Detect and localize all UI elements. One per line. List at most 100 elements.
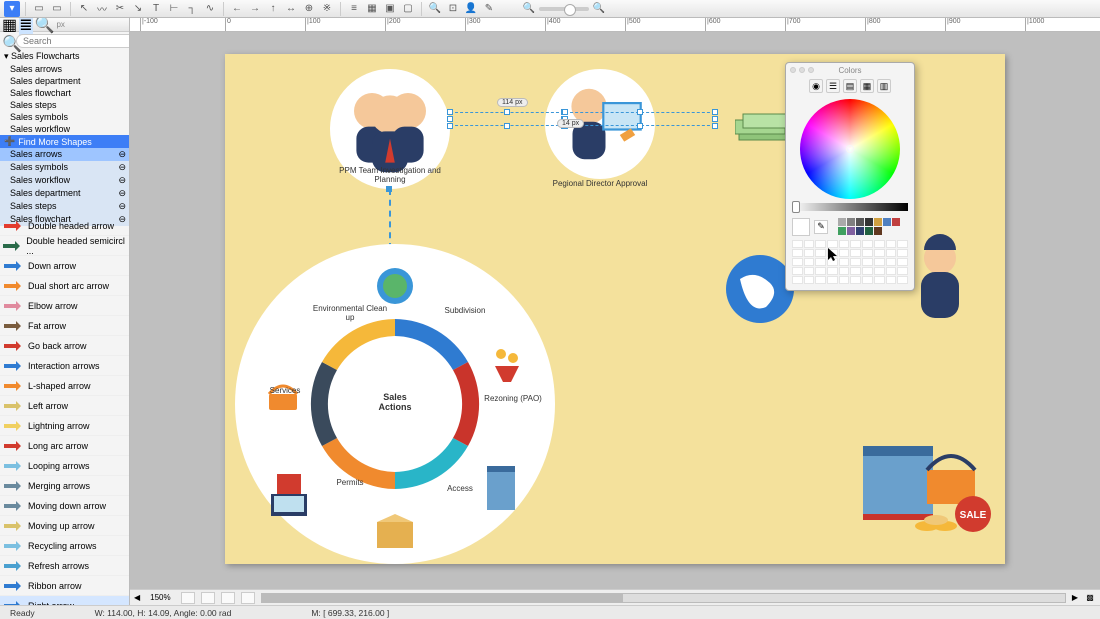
saved-color-cell[interactable] [850, 249, 861, 257]
shape-row[interactable]: Moving down arrow [0, 496, 129, 516]
shape-row[interactable]: Refresh arrows [0, 556, 129, 576]
store-icon[interactable]: SALE [857, 436, 997, 546]
wheel-tab-icon[interactable]: ◉ [809, 79, 823, 93]
saved-color-cell[interactable] [792, 276, 803, 284]
sliders-tab-icon[interactable]: ☰ [826, 79, 840, 93]
close-icon[interactable]: ⊖ [118, 201, 126, 212]
saved-color-cell[interactable] [874, 267, 885, 275]
saved-color-cell[interactable] [897, 249, 908, 257]
panel-list-icon[interactable]: ≣ [19, 18, 32, 35]
saved-color-cell[interactable] [850, 258, 861, 266]
saved-color-cell[interactable] [815, 240, 826, 248]
saved-color-cell[interactable] [839, 249, 850, 257]
align-tool[interactable]: ≡ [346, 1, 362, 17]
saved-color-cell[interactable] [839, 267, 850, 275]
zoom-out-button[interactable]: 🔍 [521, 1, 537, 17]
tree-root[interactable]: ▾ Sales Flowcharts [0, 50, 129, 63]
saved-color-cell[interactable] [886, 249, 897, 257]
shape-row[interactable]: Moving up arrow [0, 516, 129, 536]
worker-icon[interactable] [905, 234, 975, 334]
saved-color-cell[interactable] [804, 276, 815, 284]
color-swatch[interactable] [838, 218, 846, 226]
anchor-icon[interactable]: ⊕ [301, 1, 317, 17]
saved-color-cell[interactable] [874, 258, 885, 266]
brush-button[interactable]: ✎ [481, 1, 497, 17]
palettes-tab-icon[interactable]: ▤ [843, 79, 857, 93]
shape-row[interactable]: Double headed arrow [0, 216, 129, 236]
close-icon[interactable]: ⊖ [118, 162, 126, 173]
color-swatch[interactable] [883, 218, 891, 226]
ruler-tool[interactable]: ⊢ [166, 1, 182, 17]
arrow-left-icon[interactable]: ← [229, 1, 245, 17]
saved-color-cell[interactable] [839, 276, 850, 284]
saved-color-cell[interactable] [804, 240, 815, 248]
connector-tool[interactable]: ↘ [130, 1, 146, 17]
scroll-right-button[interactable]: ▶ [1072, 593, 1078, 602]
saved-color-cell[interactable] [815, 276, 826, 284]
h-scrollbar[interactable] [261, 593, 1066, 603]
zoom-in-button[interactable]: 🔍 [591, 1, 607, 17]
saved-color-cell[interactable] [874, 240, 885, 248]
shape-row[interactable]: Ribbon arrow [0, 576, 129, 596]
color-swatch[interactable] [865, 218, 873, 226]
category-row[interactable]: Sales workflow⊖ [0, 174, 129, 187]
shape-row[interactable]: Left arrow [0, 396, 129, 416]
waypoint-icon[interactable]: ※ [319, 1, 335, 17]
page-layout-button[interactable] [241, 592, 255, 604]
color-swatch[interactable] [856, 227, 864, 235]
close-icon[interactable]: ⊖ [118, 175, 126, 186]
zoom-actual-button[interactable]: ⊡ [445, 1, 461, 17]
saved-color-cell[interactable] [815, 249, 826, 257]
category-row[interactable]: Sales steps⊖ [0, 200, 129, 213]
curve-tool[interactable]: ∿ [202, 1, 218, 17]
saved-color-cell[interactable] [792, 258, 803, 266]
saved-color-cell[interactable] [886, 258, 897, 266]
page-layout-button[interactable] [181, 592, 195, 604]
shape-row[interactable]: Elbow arrow [0, 296, 129, 316]
arrow-up-icon[interactable]: ↑ [265, 1, 281, 17]
shape-row[interactable]: Interaction arrows [0, 356, 129, 376]
page-layout-button[interactable] [201, 592, 215, 604]
saved-color-cell[interactable] [874, 276, 885, 284]
connector[interactable] [389, 189, 391, 249]
saved-color-cell[interactable] [815, 258, 826, 266]
distribute-tool[interactable]: ▦ [364, 1, 380, 17]
saved-color-cell[interactable] [815, 267, 826, 275]
tree-child[interactable]: Sales workflow [0, 123, 129, 135]
saved-color-cell[interactable] [850, 276, 861, 284]
saved-color-cell[interactable] [862, 240, 873, 248]
color-wheel[interactable] [800, 99, 900, 199]
shape-row[interactable]: Long arc arrow [0, 436, 129, 456]
saved-color-cell[interactable] [804, 258, 815, 266]
close-icon[interactable]: ⊖ [118, 149, 126, 160]
saved-color-cell[interactable] [850, 267, 861, 275]
shape-row[interactable]: Double headed semicircl ... [0, 236, 129, 256]
copy-button[interactable]: ▭ [31, 1, 47, 17]
ungroup-tool[interactable]: ▢ [400, 1, 416, 17]
saved-color-cell[interactable] [792, 240, 803, 248]
shape-row[interactable]: Looping arrows [0, 456, 129, 476]
saved-color-cell[interactable] [862, 267, 873, 275]
shape-row[interactable]: Merging arrows [0, 476, 129, 496]
color-swatch[interactable] [874, 218, 882, 226]
saved-color-cell[interactable] [886, 276, 897, 284]
tree-child[interactable]: Sales flowchart [0, 87, 129, 99]
tree-child[interactable]: Sales steps [0, 99, 129, 111]
shape-row[interactable]: Recycling arrows [0, 536, 129, 556]
zoom-percent[interactable]: 150% [146, 593, 174, 602]
shape-row[interactable]: Right arrow [0, 596, 129, 605]
tree-child[interactable]: Sales department [0, 75, 129, 87]
cycle-diagram[interactable]: Sales Actions Environmental Clean up Sub… [235, 244, 555, 564]
group-tool[interactable]: ▣ [382, 1, 398, 17]
crayons-tab-icon[interactable]: ▥ [877, 79, 891, 93]
find-more-shapes[interactable]: ➕ Find More Shapes [0, 135, 129, 148]
spectrum-tab-icon[interactable]: ▦ [860, 79, 874, 93]
saved-color-cell[interactable] [792, 249, 803, 257]
saved-color-cell[interactable] [897, 276, 908, 284]
page-layout-button[interactable] [221, 592, 235, 604]
orthogonal-tool[interactable]: ┐ [184, 1, 200, 17]
color-swatch[interactable] [865, 227, 873, 235]
saved-color-cell[interactable] [862, 258, 873, 266]
saved-color-cell[interactable] [897, 240, 908, 248]
saved-color-cell[interactable] [827, 240, 838, 248]
